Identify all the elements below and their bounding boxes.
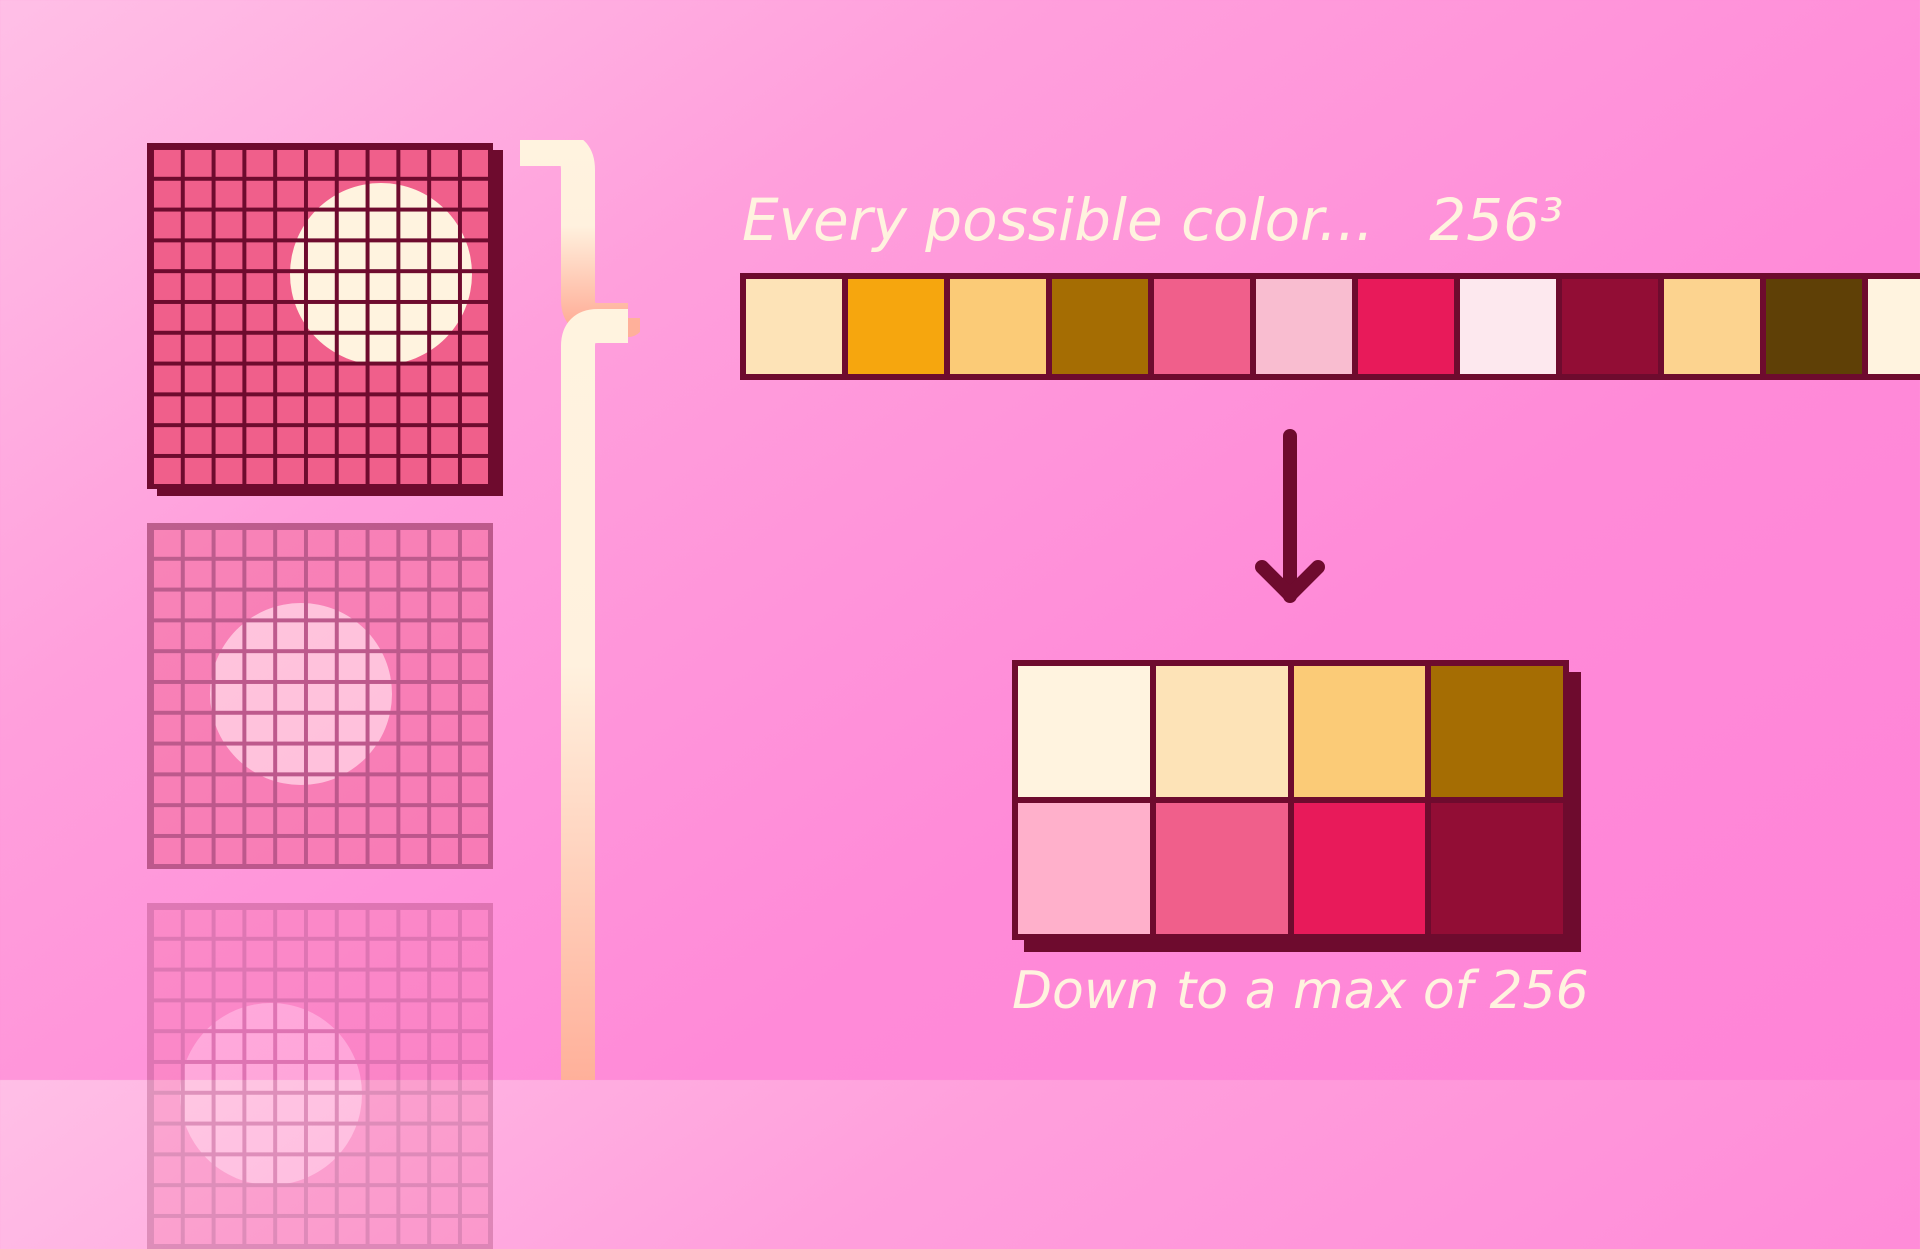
all-colors-title: Every possible color... 256³ [742,186,1564,254]
pixel-grid [152,148,488,484]
image-frame-older [147,903,493,1249]
color-swatch [1256,279,1352,374]
palette-swatch [1018,666,1150,797]
color-swatch [1154,279,1250,374]
palette-swatch [1431,666,1563,797]
palette-caption: Down to a max of 256 [1012,961,1589,1021]
color-swatch [1562,279,1658,374]
color-swatch [746,279,842,374]
curly-brace-icon [520,140,640,1080]
palette-swatch [1018,803,1150,934]
palette-swatch [1155,666,1288,797]
color-swatch [1664,279,1760,374]
color-strip [740,273,1920,380]
palette-swatch [1293,803,1426,934]
color-swatch [1460,279,1556,374]
palette-swatch [1431,803,1563,934]
color-swatch [950,279,1046,374]
palette-swatch [1293,666,1426,797]
image-frame-previous [147,523,493,869]
image-frame-current [147,143,493,489]
color-swatch [1358,279,1454,374]
color-swatch [1766,279,1862,374]
color-swatch [848,279,944,374]
pixel-grid [152,528,488,864]
arrow-down-icon [1255,429,1325,603]
palette-swatch [1155,803,1288,934]
color-swatch [1052,279,1148,374]
reduced-palette [1012,660,1569,940]
pixel-grid [152,908,488,1244]
color-swatch [1868,279,1920,374]
